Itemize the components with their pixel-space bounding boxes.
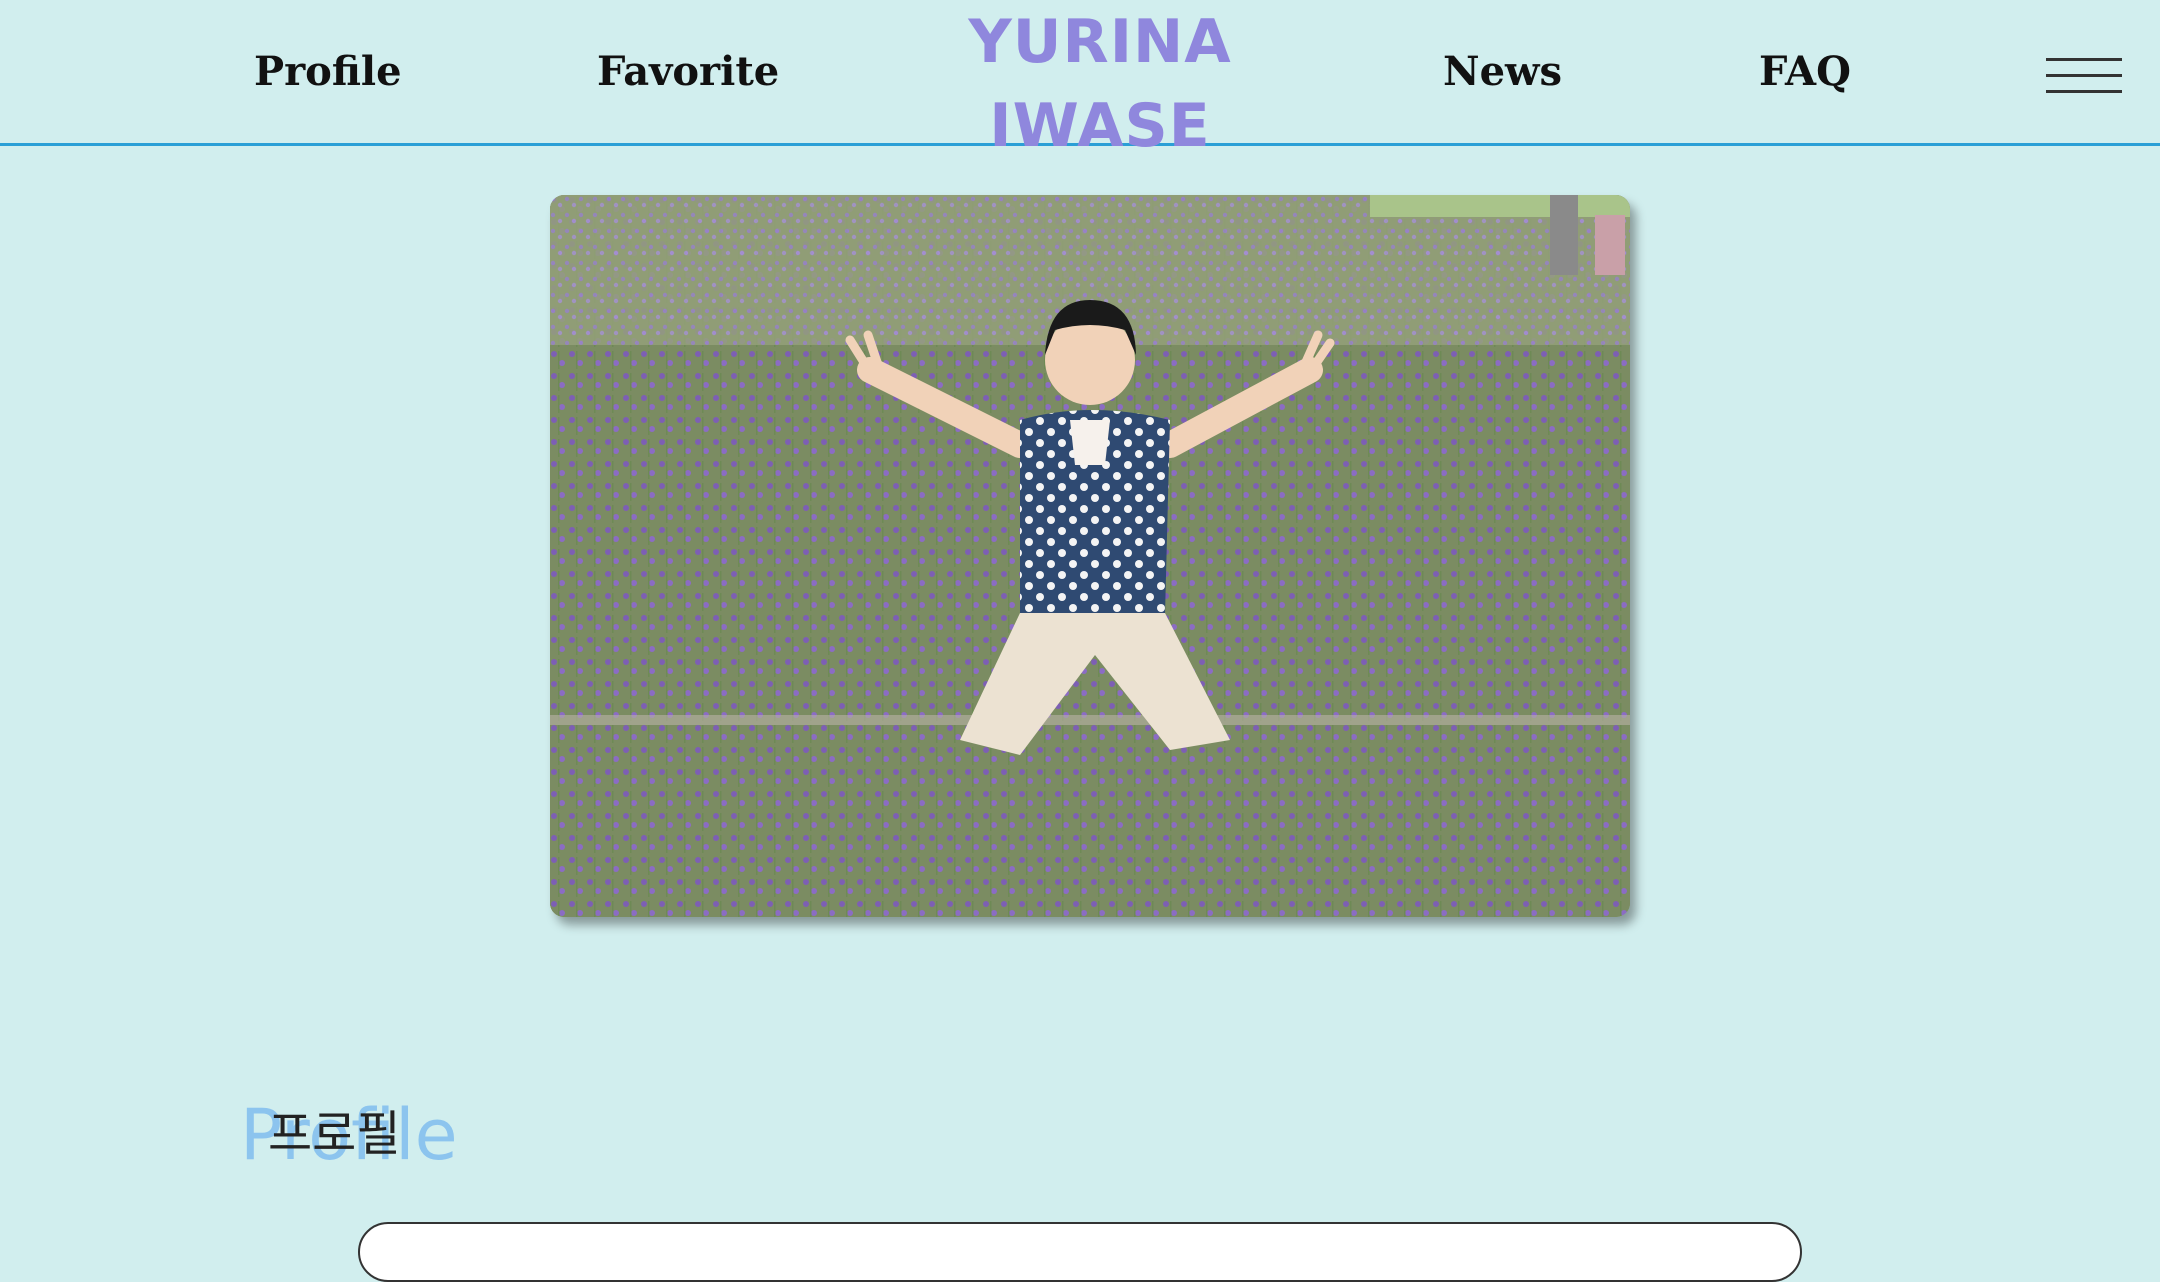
section-heading-korean: 프로필: [268, 1106, 401, 1162]
profile-section-heading: Profile 프로필: [240, 1090, 540, 1180]
nav-link-faq[interactable]: FAQ: [1759, 52, 1851, 92]
nav-link-favorite[interactable]: Favorite: [597, 52, 779, 92]
nav-link-profile[interactable]: Profile: [254, 52, 402, 92]
site-header: Profile Favorite YURINA IWASE News FAQ: [0, 0, 2160, 161]
site-title-line2: IWASE: [989, 91, 1211, 161]
hamburger-menu-icon[interactable]: [2046, 58, 2122, 94]
nav-link-news[interactable]: News: [1443, 52, 1562, 92]
site-title[interactable]: YURINA IWASE: [880, 0, 1320, 168]
site-title-line1: YURINA: [968, 7, 1232, 77]
profile-content-card: [358, 1222, 1802, 1282]
lavender-field-photo: [550, 195, 1630, 917]
hero-photo: [550, 195, 1630, 917]
hamburger-bar: [2046, 90, 2122, 93]
hamburger-bar: [2046, 58, 2122, 61]
hamburger-bar: [2046, 74, 2122, 77]
